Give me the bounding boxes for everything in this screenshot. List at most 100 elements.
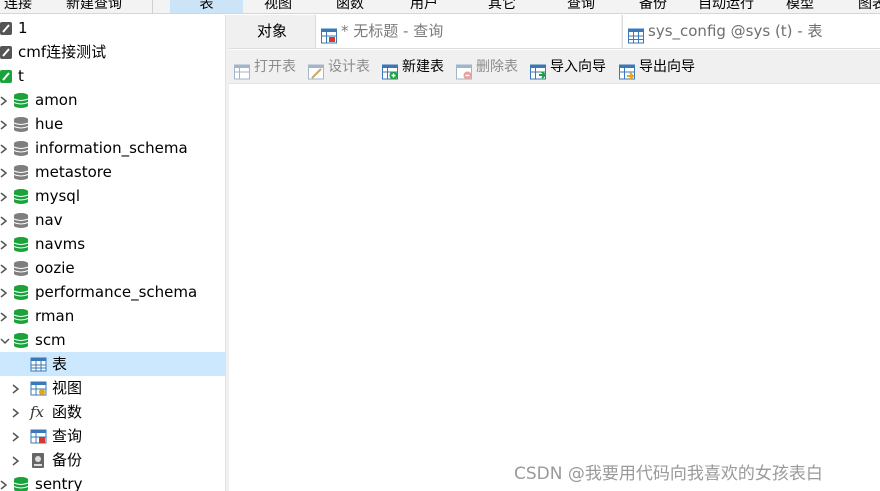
button-label: 新建表 [402, 59, 444, 75]
backup-icon [30, 452, 47, 469]
new-table-icon [382, 59, 398, 80]
database-icon [13, 260, 30, 277]
button-label: 删除表 [476, 59, 518, 75]
tree-label: 视图 [52, 379, 83, 397]
tree-label: amon [35, 91, 78, 109]
tree-scm-views[interactable]: 视图 [0, 376, 225, 400]
chevron-right-icon[interactable] [12, 376, 22, 400]
menu-user[interactable]: 用户 [410, 0, 438, 13]
tree-label: oozie [35, 259, 75, 277]
tree-db-scm[interactable]: scm [0, 328, 225, 352]
menu-chart[interactable]: 图表 [858, 0, 880, 13]
tree-label: 函数 [52, 403, 83, 421]
tree-connection-cmf[interactable]: cmf连接测试 [0, 40, 225, 64]
chevron-right-icon[interactable] [0, 88, 10, 112]
tree-label: t [18, 67, 24, 85]
chevron-down-icon[interactable] [0, 328, 10, 352]
tree-db-nav[interactable]: nav [0, 208, 225, 232]
tree-db-rman[interactable]: rman [0, 304, 225, 328]
export-icon [619, 59, 635, 80]
watermark: CSDN @我要用代码向我喜欢的女孩表白 [514, 464, 823, 484]
database-icon [13, 332, 30, 349]
tree-db-metastore[interactable]: metastore [0, 160, 225, 184]
tree-db-performance-schema[interactable]: performance_schema [0, 280, 225, 304]
tree-connection-t[interactable]: t [0, 64, 225, 88]
tree-db-sentry[interactable]: sentry [0, 472, 225, 491]
menu-bar: 连接 新建查询 表 视图 函数 用户 其它 查询 备份 自动运行 模型 图表 [0, 0, 880, 14]
button-label: 导出向导 [639, 59, 695, 75]
tree-db-mysql[interactable]: mysql [0, 184, 225, 208]
tab-label: sys_config @sys (t) - 表 [648, 22, 823, 40]
menu-backup[interactable]: 备份 [639, 0, 667, 13]
tab-sys-config-table[interactable]: sys_config @sys (t) - 表 [622, 15, 880, 48]
design-table-icon [308, 59, 324, 80]
view-icon [30, 380, 47, 397]
query-icon [30, 428, 47, 445]
import-icon [530, 59, 547, 80]
database-icon [13, 212, 30, 229]
tab-label: * 无标题 - 查询 [341, 22, 444, 40]
tree-connection-1[interactable]: 1 [0, 16, 225, 40]
chevron-right-icon[interactable] [0, 160, 10, 184]
tree-db-information-schema[interactable]: information_schema [0, 136, 225, 160]
chevron-right-icon[interactable] [12, 448, 22, 472]
menu-new-query[interactable]: 新建查询 [66, 0, 122, 13]
tree-db-amon[interactable]: amon [0, 88, 225, 112]
button-label: 导入向导 [550, 59, 606, 75]
chevron-right-icon[interactable] [0, 256, 10, 280]
tree-label: nav [35, 211, 63, 229]
object-list-area[interactable] [229, 85, 880, 491]
tab-objects[interactable]: 对象 [229, 15, 315, 48]
tree-scm-functions[interactable]: fx 函数 [0, 400, 225, 424]
tree-label: navms [35, 235, 86, 253]
query-icon [321, 23, 337, 44]
menu-connect[interactable]: 连接 [4, 0, 32, 13]
database-icon [13, 92, 30, 109]
connection-tree: 1 cmf连接测试 t amon hue information_schemamet… [0, 15, 225, 491]
chevron-right-icon[interactable] [0, 472, 10, 491]
tab-untitled-query[interactable]: * 无标题 - 查询 [315, 15, 621, 48]
database-icon [13, 188, 30, 205]
tree-label: cmf连接测试 [18, 43, 107, 61]
menu-other[interactable]: 其它 [488, 0, 516, 13]
button-label: 设计表 [328, 59, 370, 75]
tree-scm-tables[interactable]: 表 [0, 352, 225, 376]
tree-scm-backups[interactable]: 备份 [0, 448, 225, 472]
tree-label: scm [35, 331, 66, 349]
connection-icon [0, 44, 17, 61]
chevron-right-icon[interactable] [0, 112, 10, 136]
tree-label: mysql [35, 187, 80, 205]
tree-label: 表 [52, 355, 68, 373]
menu-model[interactable]: 模型 [786, 0, 814, 13]
tree-label: 备份 [52, 451, 83, 469]
menu-view[interactable]: 视图 [264, 0, 292, 13]
open-table-icon [234, 59, 250, 80]
chevron-right-icon[interactable] [12, 400, 22, 424]
database-icon [13, 284, 30, 301]
chevron-right-icon[interactable] [0, 280, 10, 304]
tree-label: hue [35, 115, 64, 133]
chevron-right-icon[interactable] [0, 136, 10, 160]
tree-label: information_schema [35, 139, 188, 157]
table-icon [628, 23, 644, 44]
chevron-right-icon[interactable] [0, 184, 10, 208]
menu-auto-run[interactable]: 自动运行 [698, 0, 754, 13]
tree-label: performance_schema [35, 283, 198, 301]
tree-db-oozie[interactable]: oozie [0, 256, 225, 280]
chevron-right-icon[interactable] [0, 208, 10, 232]
tree-scm-queries[interactable]: 查询 [0, 424, 225, 448]
menu-function[interactable]: 函数 [336, 0, 364, 13]
tab-bar: 对象 * 无标题 - 查询 sys_config @sys (t) - 表 [229, 15, 880, 49]
chevron-right-icon[interactable] [12, 424, 22, 448]
object-toolbar: 打开表 设计表 新建表 删除表 导入向导 导出向导 [229, 50, 880, 84]
menu-table[interactable]: 表 [170, 0, 243, 13]
connection-icon [0, 20, 17, 37]
chevron-right-icon[interactable] [0, 304, 10, 328]
tree-db-hue[interactable]: hue [0, 112, 225, 136]
delete-table-icon [456, 59, 472, 80]
tree-label: rman [35, 307, 75, 325]
tree-db-navms[interactable]: navms [0, 232, 225, 256]
tree-label: 1 [18, 19, 28, 37]
menu-query[interactable]: 查询 [567, 0, 595, 13]
chevron-right-icon[interactable] [0, 232, 10, 256]
